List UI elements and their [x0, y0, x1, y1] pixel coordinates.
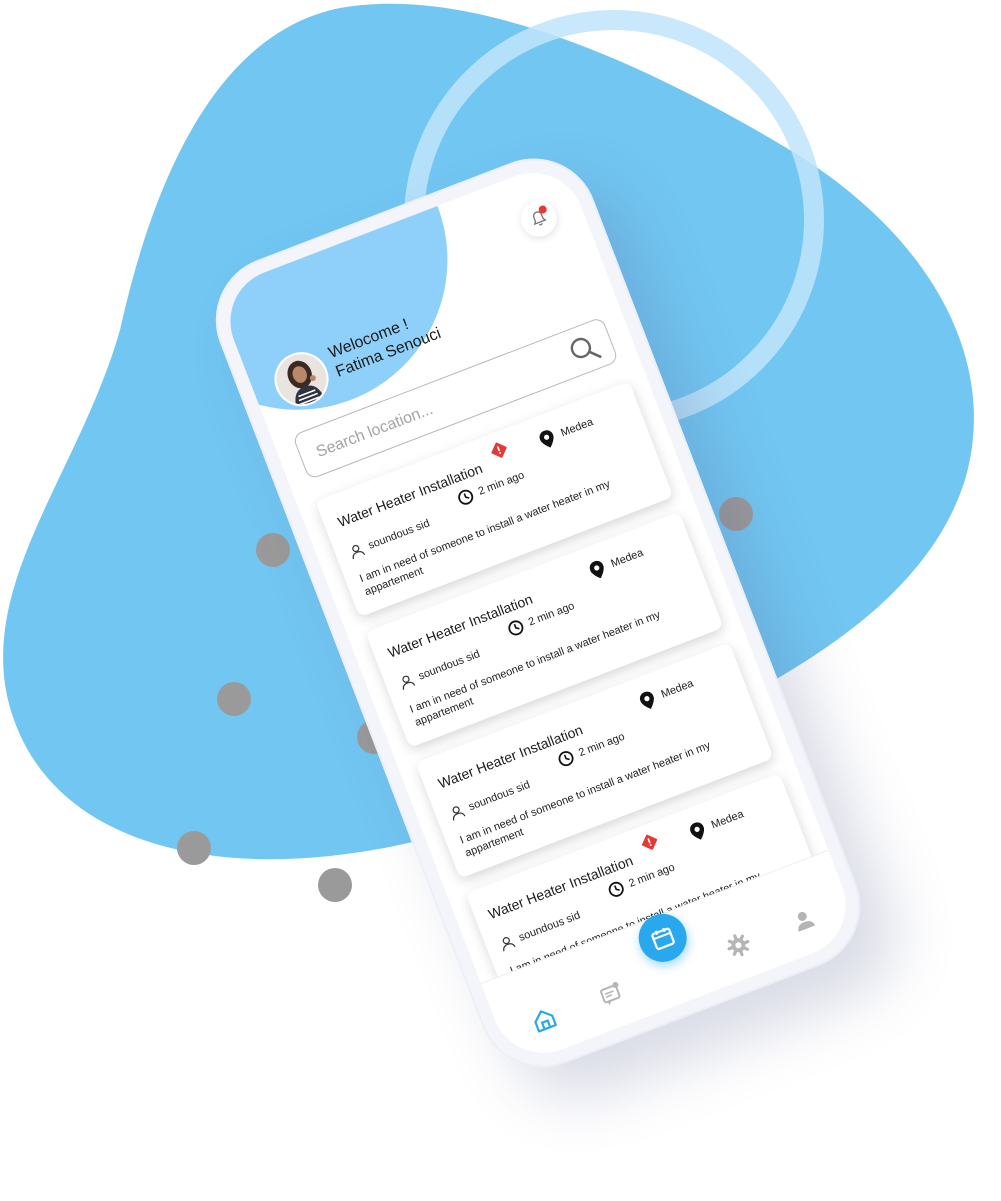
- clock-icon: [508, 620, 524, 636]
- user-icon: [452, 806, 466, 821]
- request-location: Medea: [638, 675, 696, 712]
- request-location: Medea: [538, 413, 596, 450]
- calendar-icon: [651, 927, 675, 951]
- search-icon[interactable]: [565, 330, 604, 369]
- request-location: Medea: [688, 805, 746, 842]
- location-label: Medea: [659, 677, 696, 701]
- nav-profile[interactable]: [786, 902, 822, 938]
- messages-icon: [600, 981, 621, 1006]
- location-pin-icon: [690, 822, 705, 840]
- profile-icon: [797, 911, 816, 932]
- nav-messages[interactable]: [593, 976, 629, 1012]
- clock-icon: [608, 881, 624, 897]
- clock-icon: [458, 489, 474, 505]
- location-label: Medea: [559, 416, 595, 440]
- user-icon: [402, 675, 416, 690]
- author-label: soundous sid: [467, 778, 532, 814]
- phone-screen: Welocome ! Fatima Senouci Water Heater I…: [215, 157, 861, 1069]
- phone-frame: Welocome ! Fatima Senouci Water Heater I…: [197, 139, 879, 1087]
- showcase-stage: Welocome ! Fatima Senouci Water Heater I…: [0, 0, 1001, 1201]
- location-label: Medea: [709, 808, 746, 832]
- gear-icon: [727, 934, 750, 957]
- clock-icon: [558, 751, 574, 767]
- request-location: Medea: [588, 544, 646, 581]
- nav-settings[interactable]: [720, 927, 756, 963]
- nav-home[interactable]: [526, 1002, 562, 1038]
- urgent-badge-icon: [641, 834, 658, 851]
- location-label: Medea: [609, 546, 646, 571]
- location-pin-icon: [589, 560, 604, 579]
- user-icon: [502, 937, 516, 952]
- notification-button[interactable]: [515, 195, 562, 242]
- location-pin-icon: [539, 430, 554, 448]
- author-label: soundous sid: [517, 909, 583, 944]
- home-icon: [534, 1010, 557, 1033]
- author-label: soundous sid: [416, 648, 482, 683]
- author-label: soundous sid: [366, 517, 432, 552]
- urgent-badge-icon: [491, 442, 507, 459]
- user-icon: [352, 544, 366, 560]
- location-pin-icon: [639, 691, 654, 709]
